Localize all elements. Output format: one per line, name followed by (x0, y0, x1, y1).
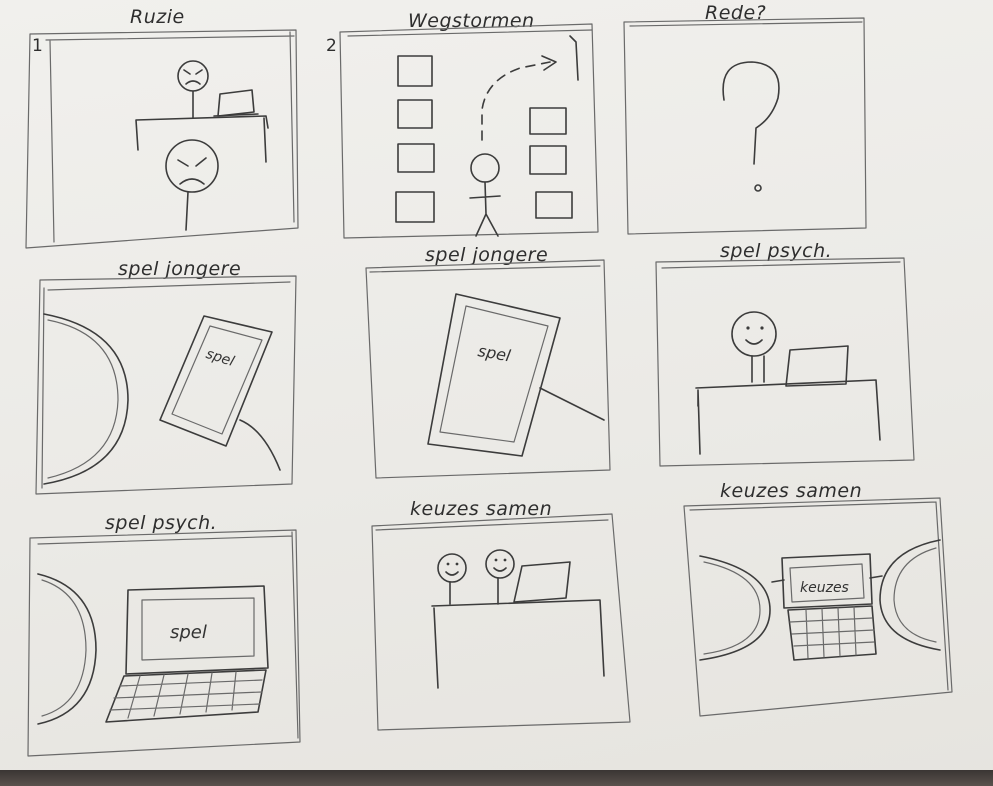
panel-4-drawing: spel (43, 313, 281, 485)
panel-9-drawing: keuzes (699, 539, 941, 661)
panel-6-drawing (695, 311, 881, 455)
panel-3-drawing (722, 61, 780, 192)
panel-5-drawing: spel (427, 293, 605, 457)
panel-1-drawing (135, 60, 269, 231)
panel-9-screen-label: keuzes (800, 580, 849, 596)
panel-1-frame (25, 29, 299, 249)
panel-7-screen-label: spel (170, 622, 207, 643)
panel-7-drawing: spel (37, 573, 269, 725)
panel-7-frame (27, 529, 301, 757)
panel-2-drawing (395, 35, 579, 237)
storyboard-drawing: spel spel spel keuzes (25, 17, 953, 757)
panel-2-frame (339, 23, 599, 239)
panel-4-screen-label: spel (204, 346, 236, 370)
panel-4-frame (35, 275, 297, 495)
panel-5-screen-label: spel (476, 341, 512, 366)
panel-6-frame (655, 257, 915, 467)
panel-8-drawing (431, 549, 605, 689)
panel-5-frame (365, 259, 611, 479)
panel-3-frame (623, 17, 867, 235)
panel-8-frame (371, 513, 631, 731)
